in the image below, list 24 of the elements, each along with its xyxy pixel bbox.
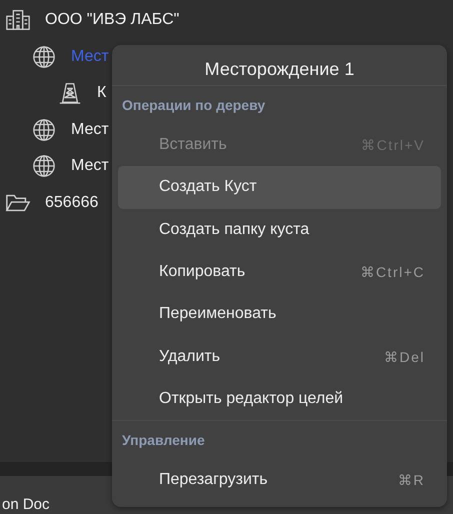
building-icon [5, 8, 31, 32]
tree-item[interactable]: Мест [71, 157, 109, 176]
globe-icon [31, 118, 57, 142]
tree-item[interactable]: 656666 [45, 194, 98, 212]
tree-item[interactable]: ООО "ИВЭ ЛАБС" [45, 11, 180, 30]
section-header: Операции по дереву [121, 96, 266, 115]
menu-item[interactable]: Создать папку куста [118, 208, 441, 251]
tree-item[interactable]: К [97, 84, 106, 102]
shortcut-text: ⌘Ctrl+C [360, 264, 425, 280]
globe-icon [31, 44, 57, 69]
menu-item[interactable]: Копировать ⌘Ctrl+C [118, 250, 441, 294]
shortcut-text: ⌘R [398, 472, 425, 488]
globe-icon [31, 154, 57, 178]
menu-item[interactable]: Удалить ⌘Del [118, 335, 441, 378]
section-header: Управление [121, 431, 206, 450]
menu-item[interactable]: Создать Куст [118, 166, 441, 209]
menu-item[interactable]: Перезагрузить ⌘R [118, 459, 441, 502]
derrick-icon [57, 81, 83, 106]
menu-title: Месторождение 1 [204, 58, 356, 81]
menu-item[interactable]: Открыть редактор целей [118, 378, 441, 420]
panel-text: on Doc [2, 496, 50, 513]
shortcut-text: ⌘Del [384, 348, 425, 365]
menu-item[interactable]: Переименовать [118, 293, 441, 336]
tree-item[interactable]: Мест [71, 120, 109, 139]
